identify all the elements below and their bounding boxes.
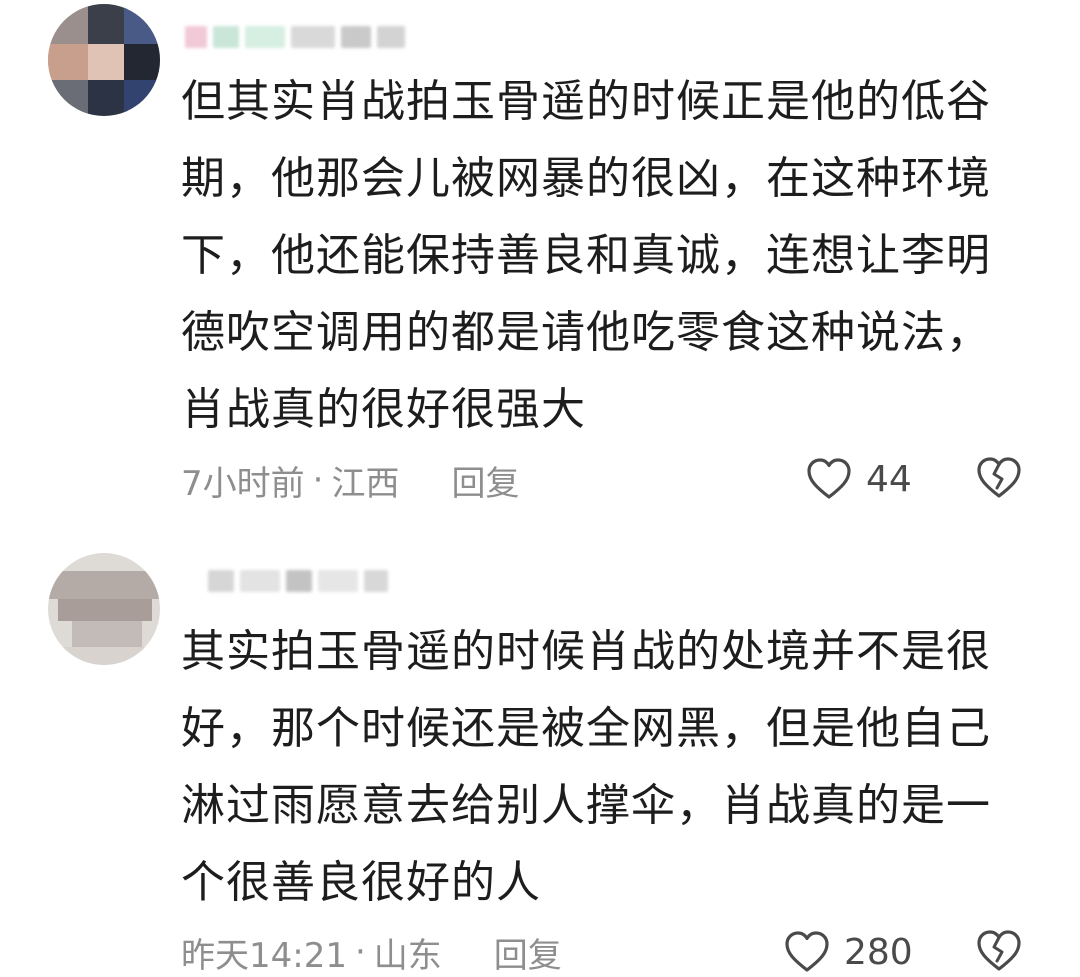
- comment-text: 但其实肖战拍玉骨遥的时候正是他的低谷 期，他那会儿被网暴的很凶，在这种环境 下，…: [181, 76, 991, 435]
- comment-text: 其实拍玉骨遥的时候肖战的处境并不是很 好，那个时候还是被全网黑，但是他自己 淋过…: [181, 626, 991, 908]
- broken-heart-icon: [975, 928, 1023, 974]
- heart-outline-icon: [784, 930, 830, 974]
- meta-separator: ·: [354, 932, 366, 972]
- like-button[interactable]: 280: [784, 928, 913, 976]
- dislike-button[interactable]: [975, 455, 1023, 503]
- heart-outline-icon: [806, 457, 852, 501]
- like-count: 44: [866, 458, 912, 500]
- avatar[interactable]: [48, 4, 160, 116]
- meta-separator: ·: [312, 460, 324, 500]
- comment-location: 江西: [331, 463, 400, 504]
- comment-meta: 7小时前 · 江西 回复: [181, 456, 519, 505]
- comment-location: 山东: [373, 935, 442, 976]
- like-count: 280: [844, 931, 913, 973]
- broken-heart-icon: [975, 455, 1023, 501]
- username-blurred[interactable]: [185, 22, 405, 52]
- comment-meta: 昨天14:21 · 山东 回复: [181, 928, 562, 977]
- comment-time: 昨天14:21: [181, 935, 347, 976]
- dislike-button[interactable]: [975, 928, 1023, 976]
- username-blurred[interactable]: [208, 566, 388, 596]
- avatar[interactable]: [48, 553, 160, 665]
- like-button[interactable]: 44: [806, 455, 912, 503]
- reply-button[interactable]: 回复: [451, 456, 519, 505]
- comment-time: 7小时前: [181, 463, 305, 504]
- reply-button[interactable]: 回复: [494, 928, 562, 977]
